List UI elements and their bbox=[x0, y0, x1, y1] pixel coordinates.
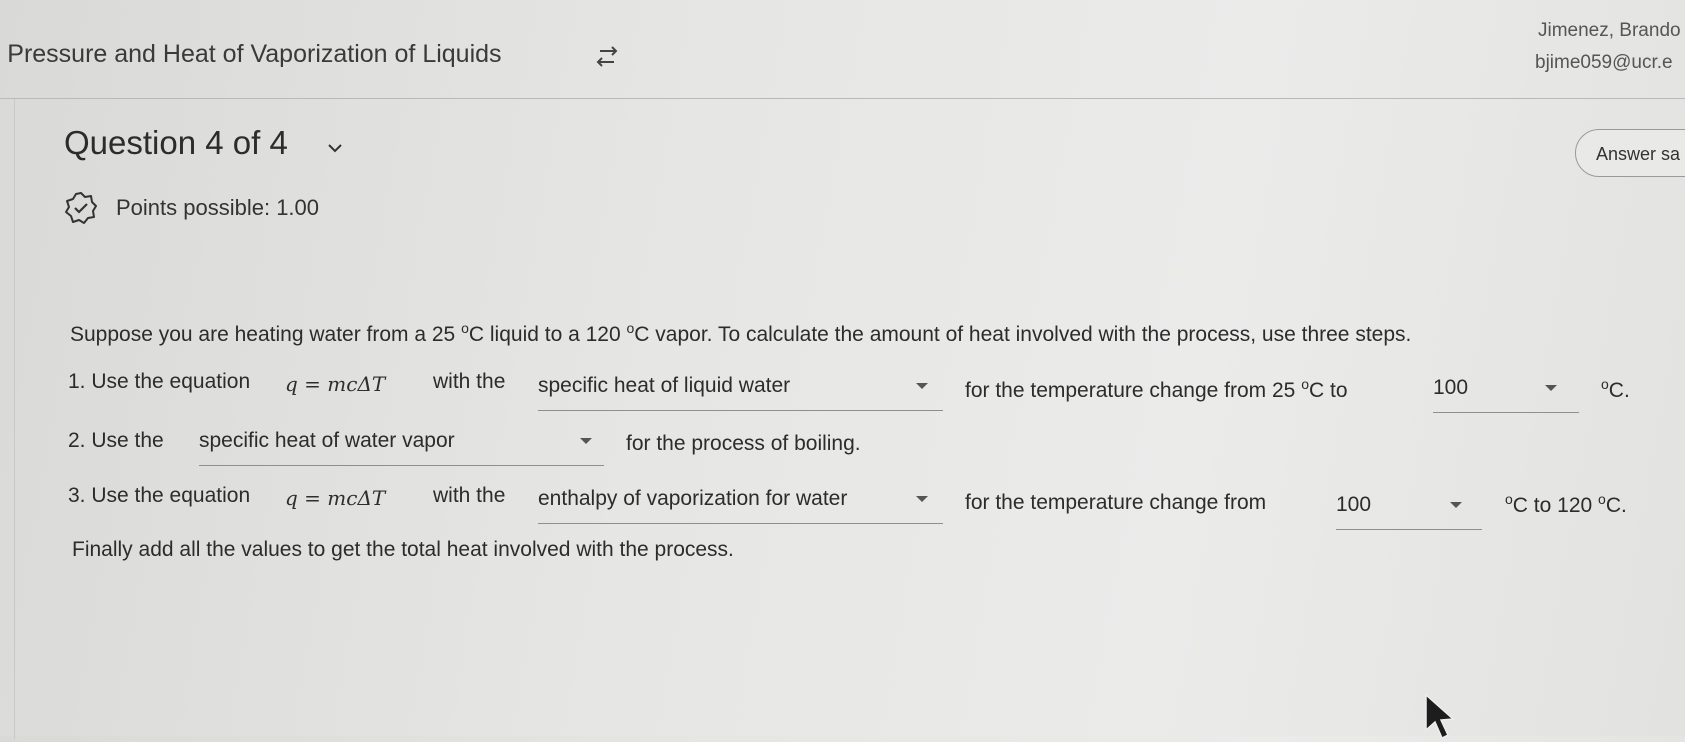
step1-prefix: 1. Use the equation bbox=[68, 370, 251, 393]
user-email: bjime059@ucr.e bbox=[1535, 52, 1673, 73]
answer-save-button[interactable]: Answer sa bbox=[1575, 129, 1685, 177]
step2-prefix: 2. Use the bbox=[68, 429, 164, 452]
step3-suffix: oC to 120 oC. bbox=[1505, 491, 1627, 517]
dropdown-arrow-icon bbox=[580, 438, 592, 444]
step3-equation: q = mcΔT bbox=[285, 486, 386, 510]
dropdown-arrow-icon bbox=[1545, 385, 1557, 391]
step1-suffix: oC. bbox=[1601, 376, 1630, 402]
user-name: Jimenez, Brando bbox=[1538, 20, 1681, 41]
step1-mid: for the temperature change from 25 oC to bbox=[965, 376, 1348, 402]
header-divider bbox=[0, 98, 1685, 99]
step1-heat-dropdown[interactable]: specific heat of liquid water bbox=[538, 374, 943, 411]
step2-suffix: for the process of boiling. bbox=[626, 432, 861, 455]
points-possible: Points possible: 1.00 bbox=[116, 195, 320, 220]
check-badge-icon bbox=[65, 192, 97, 224]
dropdown-arrow-icon bbox=[916, 496, 928, 502]
mouse-pointer-icon bbox=[1425, 693, 1455, 740]
step1-with: with the bbox=[433, 370, 506, 393]
page-title: r Pressure and Heat of Vaporization of L… bbox=[0, 40, 502, 68]
step3-heat-dropdown[interactable]: enthalpy of vaporization for water bbox=[538, 487, 943, 524]
dropdown-arrow-icon bbox=[916, 383, 928, 389]
step1-equation: q = mcΔT bbox=[285, 372, 386, 396]
chevron-down-icon[interactable] bbox=[327, 142, 343, 154]
intro-text: Suppose you are heating water from a 25 … bbox=[70, 320, 1412, 346]
step2-heat-dropdown[interactable]: specific heat of water vapor bbox=[199, 429, 604, 466]
question-heading[interactable]: Question 4 of 4 bbox=[64, 124, 288, 162]
content-border bbox=[14, 99, 15, 739]
step1-temp-dropdown[interactable]: 100 bbox=[1433, 376, 1579, 413]
step3-with: with the bbox=[433, 484, 506, 507]
final-instruction: Finally add all the values to get the to… bbox=[72, 538, 734, 561]
step3-mid: for the temperature change from bbox=[965, 491, 1267, 514]
step3-prefix: 3. Use the equation bbox=[68, 484, 251, 507]
dropdown-arrow-icon bbox=[1450, 502, 1462, 508]
swap-arrows-icon[interactable] bbox=[592, 45, 622, 71]
step3-temp-dropdown[interactable]: 100 bbox=[1336, 493, 1482, 530]
